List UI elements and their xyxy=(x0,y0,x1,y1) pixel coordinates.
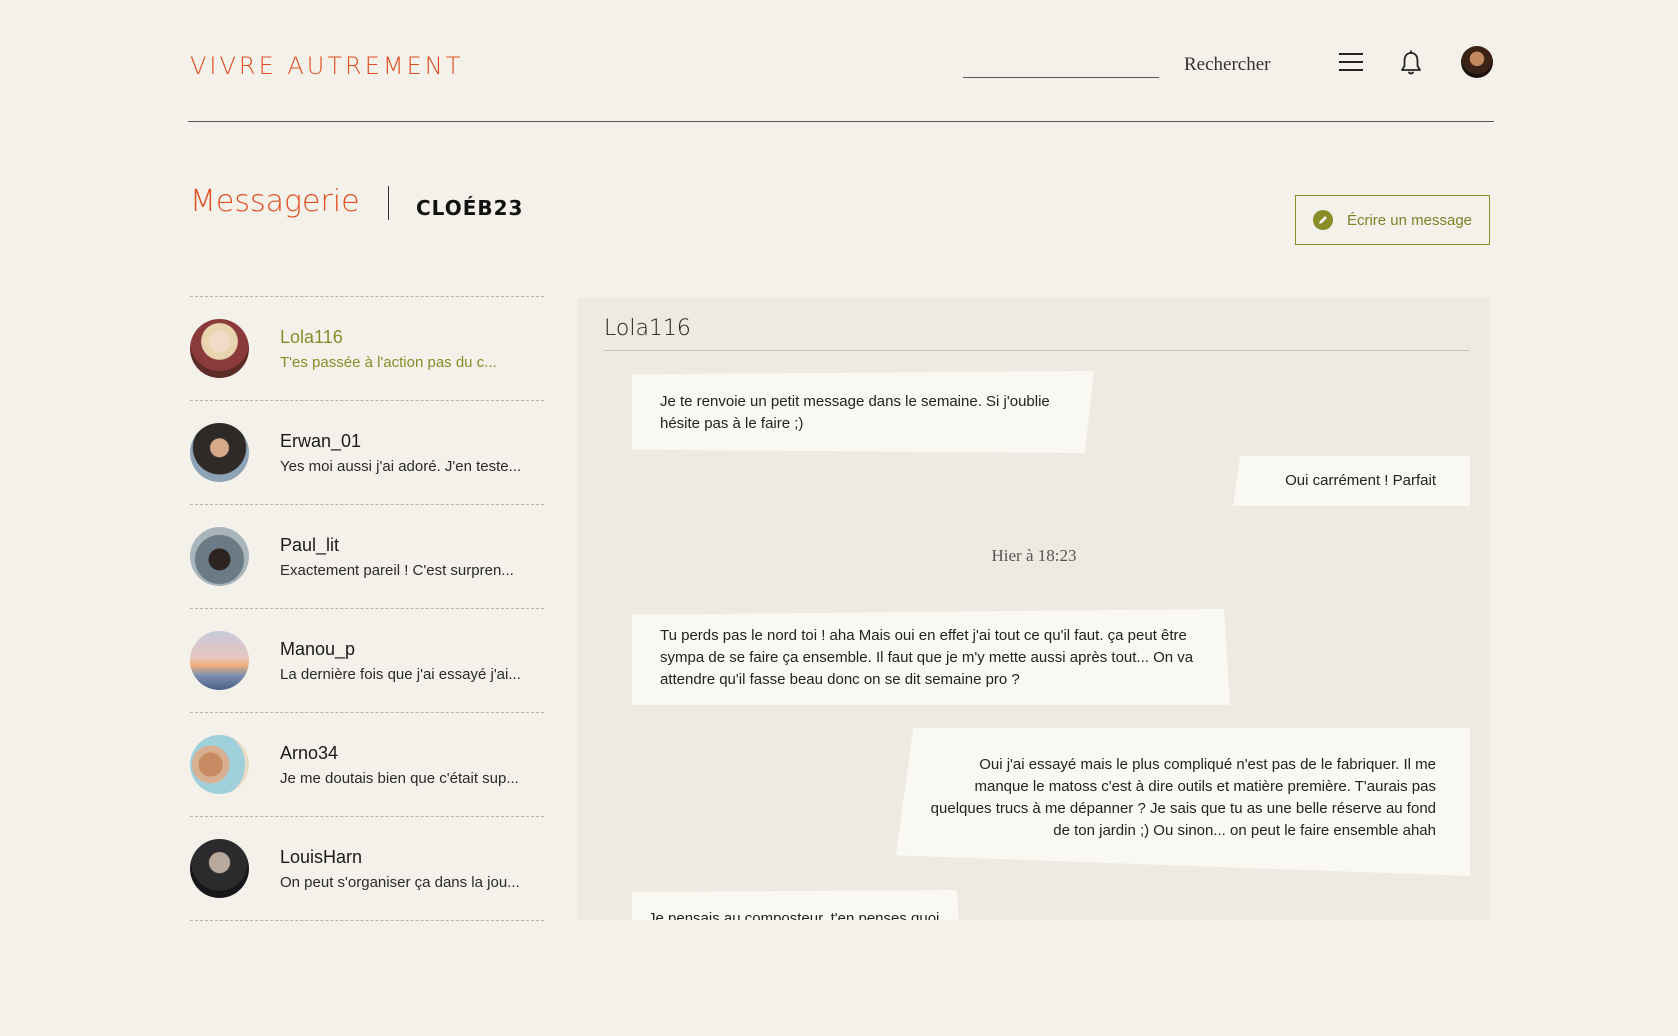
conversation-name: Paul_lit xyxy=(280,534,340,555)
conversation-preview: La dernière fois que j'ai essayé j'ai... xyxy=(280,665,521,683)
current-username: CLOÉB23 xyxy=(416,196,524,220)
chat-header-divider xyxy=(604,350,1469,351)
conversation-name: LouisHarn xyxy=(280,846,363,867)
conversation-list: Lola116 T'es passée à l'action pas du c.… xyxy=(190,296,544,921)
page-title: Messagerie xyxy=(190,184,360,219)
conversation-preview: Exactement pareil ! C'est surpren... xyxy=(280,561,514,579)
conversation-name: Arno34 xyxy=(280,742,339,763)
avatar xyxy=(190,527,249,586)
chat-contact-name: Lola116 xyxy=(604,316,691,341)
avatar xyxy=(190,319,249,378)
chat-panel: Lola116 Je te renvoie un petit message d… xyxy=(578,298,1490,920)
message-bubble-received: Je te renvoie un petit message dans le s… xyxy=(632,371,1094,453)
conversation-item-erwan01[interactable]: Erwan_01 Yes moi aussi j'ai adoré. J'en … xyxy=(190,401,544,505)
message-bubble-received: Tu perds pas le nord toi ! aha Mais oui … xyxy=(632,609,1230,705)
conversation-item-arno34[interactable]: Arno34 Je me doutais bien que c'était su… xyxy=(190,713,544,817)
conversation-name: Manou_p xyxy=(280,638,356,659)
conversation-item-louisharn[interactable]: LouisHarn On peut s'organiser ça dans la… xyxy=(190,817,544,921)
pencil-icon xyxy=(1312,210,1333,230)
avatar xyxy=(190,631,249,690)
conversation-preview: T'es passée à l'action pas du c... xyxy=(280,353,497,371)
avatar xyxy=(190,735,249,794)
user-avatar[interactable] xyxy=(1461,46,1493,78)
search-input[interactable] xyxy=(963,52,1159,76)
search-underline xyxy=(963,77,1159,78)
site-logo[interactable]: VIVRE AUTREMENT xyxy=(190,52,463,80)
conversation-name: Erwan_01 xyxy=(280,430,362,451)
message-bubble-sent: Oui j'ai essayé mais le plus compliqué n… xyxy=(896,728,1470,876)
conversation-preview: On peut s'organiser ça dans la jou... xyxy=(280,873,520,891)
conversation-item-paullit[interactable]: Paul_lit Exactement pareil ! C'est surpr… xyxy=(190,505,544,609)
menu-icon[interactable] xyxy=(1339,52,1363,72)
message-bubble-received: Je pensais au composteur, t'en penses qu… xyxy=(632,890,960,920)
write-message-label: Écrire un message xyxy=(1346,211,1473,229)
avatar xyxy=(190,839,249,898)
avatar xyxy=(190,423,249,482)
message-bubble-sent: Oui carrément ! Parfait xyxy=(1233,456,1470,506)
write-message-button[interactable]: Écrire un message xyxy=(1295,195,1490,245)
title-separator xyxy=(388,186,389,220)
conversation-item-lola116[interactable]: Lola116 T'es passée à l'action pas du c.… xyxy=(190,297,544,401)
bell-icon[interactable] xyxy=(1400,50,1422,76)
conversation-preview: Yes moi aussi j'ai adoré. J'en teste... xyxy=(280,457,522,475)
header-divider xyxy=(188,121,1494,122)
conversation-name: Lola116 xyxy=(280,326,343,347)
message-timestamp: Hier à 18:23 xyxy=(991,546,1077,565)
conversation-item-manoup[interactable]: Manou_p La dernière fois que j'ai essayé… xyxy=(190,609,544,713)
conversation-preview: Je me doutais bien que c'était sup... xyxy=(280,769,519,787)
search-button[interactable]: Rechercher xyxy=(1184,54,1271,76)
